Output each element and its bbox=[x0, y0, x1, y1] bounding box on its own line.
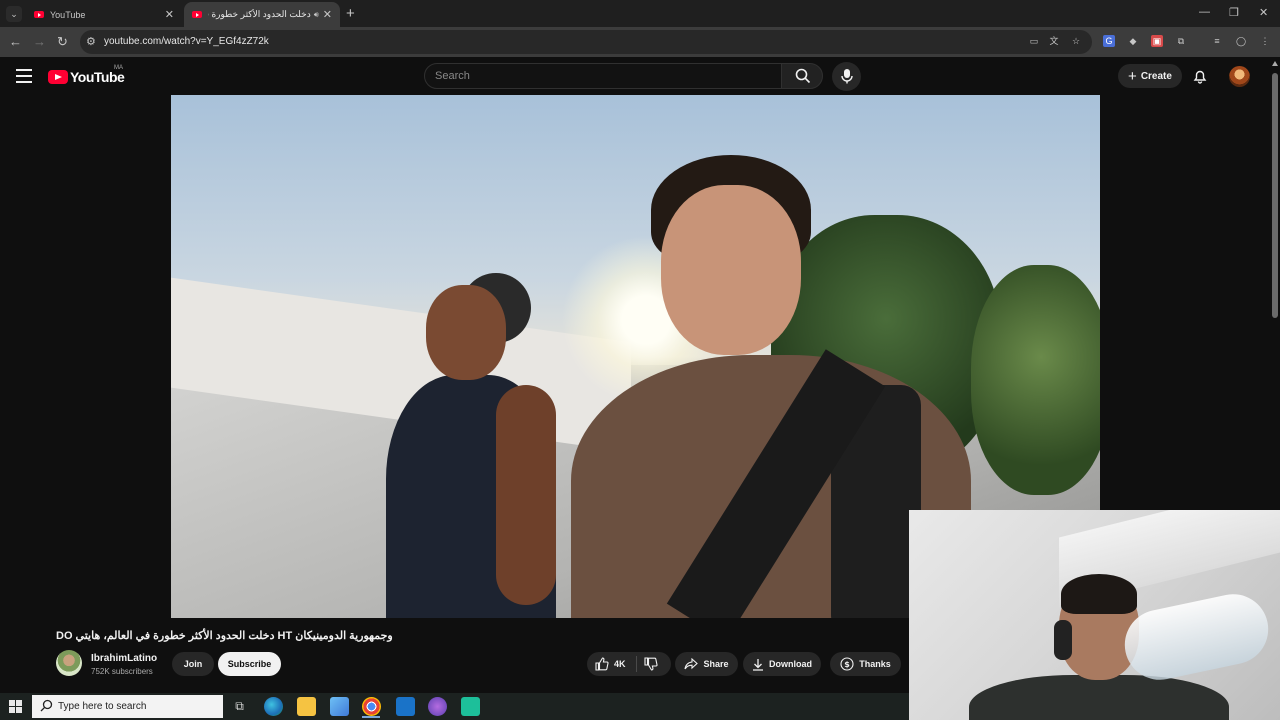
youtube-masthead: YouTube MA Search + Create bbox=[0, 57, 1280, 95]
like-button[interactable]: 4K bbox=[595, 657, 626, 671]
extensions-puzzle-icon[interactable]: ⧉ bbox=[1175, 35, 1187, 47]
close-window-icon[interactable]: ✕ bbox=[1259, 6, 1268, 19]
more-menu-icon[interactable]: ⋮ bbox=[1259, 35, 1271, 47]
scrollbar-thumb[interactable] bbox=[1272, 73, 1278, 318]
site-info-icon[interactable]: ⚙︎ bbox=[86, 35, 96, 48]
youtube-favicon-icon bbox=[34, 11, 44, 18]
video-scene-tree bbox=[971, 265, 1100, 495]
plus-icon: + bbox=[1128, 67, 1137, 85]
thanks-label: Thanks bbox=[859, 659, 891, 669]
edge-browser-icon[interactable] bbox=[264, 697, 283, 716]
search-icon bbox=[40, 699, 53, 712]
thanks-dollar-icon: $ bbox=[840, 657, 854, 671]
search-button[interactable] bbox=[781, 63, 823, 89]
youtube-favicon-icon bbox=[192, 11, 202, 18]
microphone-icon bbox=[841, 69, 853, 84]
thumbs-down-icon[interactable] bbox=[644, 657, 658, 671]
tab-title: YouTube bbox=[50, 9, 86, 20]
tab-search-button[interactable]: ⌄ bbox=[6, 6, 22, 22]
share-label: Share bbox=[703, 659, 729, 669]
tab-video[interactable]: دخلت الحدود الأكثر خطورة ف 🔊︎ ✕ bbox=[184, 2, 340, 27]
reload-icon[interactable]: ↻ bbox=[57, 34, 68, 50]
svg-text:$: $ bbox=[844, 660, 850, 669]
youtube-play-icon bbox=[48, 70, 68, 84]
video-person-left bbox=[386, 265, 586, 618]
bookmark-star-icon[interactable]: ☆ bbox=[1070, 35, 1082, 47]
chrome-browser-icon[interactable] bbox=[362, 697, 381, 716]
download-label: Download bbox=[769, 659, 812, 669]
audio-playing-icon[interactable]: 🔊︎ bbox=[314, 10, 319, 20]
download-button[interactable]: Download bbox=[743, 652, 821, 676]
notifications-bell-icon[interactable] bbox=[1192, 68, 1208, 84]
translate-icon[interactable]: 文 bbox=[1048, 35, 1060, 47]
channel-avatar[interactable] bbox=[56, 650, 82, 676]
profile-icon[interactable]: ◯ bbox=[1235, 35, 1247, 47]
search-icon bbox=[795, 68, 811, 84]
cast-icon[interactable]: ▭ bbox=[1028, 35, 1040, 47]
new-tab-button[interactable]: + bbox=[346, 5, 355, 22]
url-text[interactable]: youtube.com/watch?v=Y_EGf4zZ72k bbox=[104, 36, 269, 47]
messenger-app-icon[interactable] bbox=[428, 697, 447, 716]
scroll-up-arrow-icon[interactable] bbox=[1272, 61, 1278, 66]
country-code: MA bbox=[114, 65, 123, 71]
search-input[interactable]: Search bbox=[424, 63, 782, 89]
close-tab-icon[interactable]: ✕ bbox=[165, 8, 174, 21]
media-app-icon[interactable] bbox=[461, 697, 480, 716]
download-icon bbox=[753, 658, 763, 671]
address-bar[interactable]: ⚙︎ youtube.com/watch?v=Y_EGf4zZ72k bbox=[80, 30, 1092, 54]
share-arrow-icon bbox=[684, 658, 699, 670]
file-explorer-icon[interactable] bbox=[297, 697, 316, 716]
taskbar-search-input[interactable]: Type here to search bbox=[32, 695, 223, 718]
forward-icon[interactable]: → bbox=[33, 34, 46, 49]
tab-title: دخلت الحدود الأكثر خطورة ف bbox=[208, 9, 311, 19]
create-button[interactable]: + Create bbox=[1118, 64, 1182, 88]
thanks-button[interactable]: $ Thanks bbox=[830, 652, 901, 676]
subscribe-button[interactable]: Subscribe bbox=[218, 652, 281, 676]
voice-search-button[interactable] bbox=[832, 62, 861, 91]
youtube-logo[interactable]: YouTube MA bbox=[48, 65, 125, 85]
windows-start-icon[interactable] bbox=[9, 700, 22, 713]
account-avatar[interactable] bbox=[1229, 66, 1250, 87]
browser-tab-strip: ⌄ YouTube ✕ دخلت الحدود الأكثر خطورة ف 🔊… bbox=[0, 0, 1280, 27]
hamburger-menu-icon[interactable] bbox=[16, 69, 32, 83]
logo-text: YouTube bbox=[70, 69, 125, 85]
tab-youtube[interactable]: YouTube ✕ bbox=[26, 2, 182, 27]
like-count: 4K bbox=[614, 659, 626, 669]
webcam-overlay bbox=[909, 510, 1280, 720]
windows-taskbar: Type here to search ⧉ bbox=[0, 693, 909, 720]
taskbar-search-placeholder: Type here to search bbox=[58, 701, 147, 712]
extension-diamond-icon[interactable]: ◆ bbox=[1127, 35, 1139, 47]
join-button[interactable]: Join bbox=[172, 652, 214, 676]
close-tab-icon[interactable]: ✕ bbox=[323, 8, 332, 21]
minimize-icon[interactable]: — bbox=[1199, 6, 1210, 18]
share-button[interactable]: Share bbox=[675, 652, 738, 676]
create-label: Create bbox=[1140, 70, 1172, 82]
extension-translate-icon[interactable]: G bbox=[1103, 35, 1115, 47]
media-queue-icon[interactable]: ≡ bbox=[1211, 35, 1223, 47]
thumbs-up-icon bbox=[595, 657, 609, 671]
browser-toolbar: ← → ↻ ⚙︎ youtube.com/watch?v=Y_EGf4zZ72k… bbox=[0, 27, 1280, 57]
back-icon[interactable]: ← bbox=[9, 34, 22, 49]
channel-name[interactable]: IbrahimLatino bbox=[91, 653, 157, 664]
outlook-icon[interactable] bbox=[396, 697, 415, 716]
restore-icon[interactable]: ❐ bbox=[1229, 6, 1239, 19]
like-dislike-group: 4K bbox=[587, 652, 671, 676]
video-title: وجمهورية الدومينيكان HT دخلت الحدود الأك… bbox=[56, 630, 393, 642]
task-view-icon[interactable]: ⧉ bbox=[230, 697, 249, 716]
extension-red-icon[interactable]: ▣ bbox=[1151, 35, 1163, 47]
microsoft-store-icon[interactable] bbox=[330, 697, 349, 716]
subscriber-count: 752K subscribers bbox=[91, 667, 153, 676]
search-placeholder: Search bbox=[435, 70, 470, 82]
